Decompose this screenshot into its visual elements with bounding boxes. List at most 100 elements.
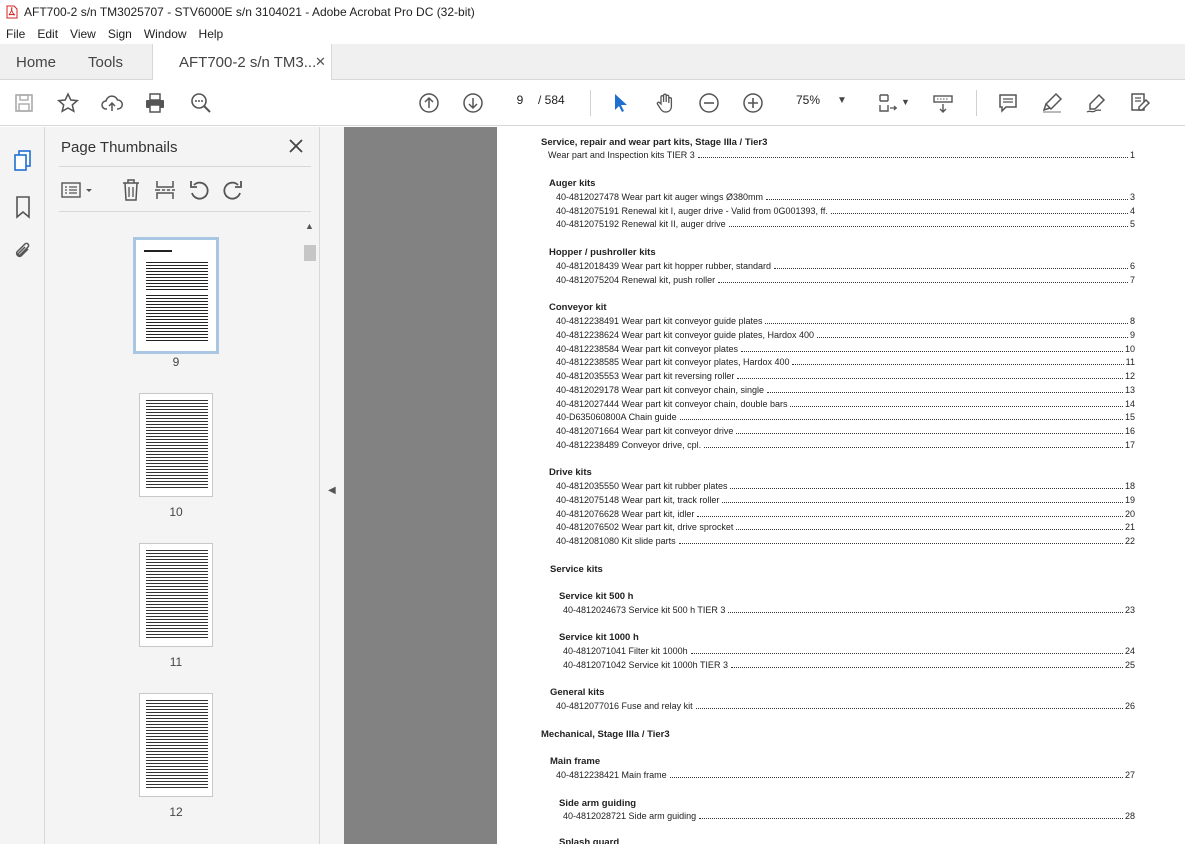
toc-entry[interactable]: Wear part and Inspection kits TIER 3 1	[548, 150, 1135, 160]
toc-entry[interactable]: 40-4812018439 Wear part kit hopper rubbe…	[556, 261, 1135, 271]
comment-icon[interactable]	[996, 91, 1020, 115]
toc-leader-dots	[740, 351, 1123, 352]
toc-leader-dots	[766, 392, 1123, 393]
toc-entry[interactable]: 40-4812035553 Wear part kit reversing ro…	[556, 371, 1135, 381]
thumbnail-text-block	[146, 550, 208, 640]
page-fit-chevron-icon[interactable]: ▼	[901, 97, 910, 107]
toc-leader-dots	[722, 502, 1123, 503]
pdf-page[interactable]: Service, repair and wear part kits, Stag…	[497, 127, 1185, 844]
toc-heading: Splash guard	[559, 837, 620, 844]
save-icon[interactable]	[12, 91, 36, 115]
menu-edit[interactable]: Edit	[31, 27, 64, 41]
toc-entry[interactable]: 40-4812238624 Wear part kit conveyor gui…	[556, 330, 1135, 340]
extract-page-icon[interactable]	[154, 178, 176, 202]
next-page-icon[interactable]	[461, 91, 485, 115]
tab-tools[interactable]: Tools	[88, 44, 123, 80]
toc-heading: Side arm guiding	[559, 798, 637, 809]
page-fit-icon[interactable]	[876, 91, 900, 115]
previous-page-icon[interactable]	[417, 91, 441, 115]
toc-entry-title: 40-4812027478 Wear part kit auger wings …	[556, 192, 766, 202]
toc-entry[interactable]: 40-4812071664 Wear part kit conveyor dri…	[556, 426, 1135, 436]
toc-entry[interactable]: 40-4812024673 Service kit 500 h TIER 3 23	[563, 605, 1135, 615]
toc-leader-dots	[728, 612, 1123, 613]
menu-sign[interactable]: Sign	[102, 27, 138, 41]
options-menu-icon[interactable]	[61, 179, 97, 201]
toc-heading: Service kits	[550, 564, 603, 575]
toc-entry[interactable]: 40-4812238585 Wear part kit conveyor pla…	[556, 357, 1135, 367]
zoom-in-icon[interactable]	[741, 91, 765, 115]
delete-page-icon[interactable]	[120, 178, 142, 202]
page-thumbnail-11[interactable]	[139, 543, 213, 647]
upload-cloud-icon[interactable]	[100, 91, 124, 115]
toc-entry-title: 40-4812075192 Renewal kit II, auger driv…	[556, 219, 729, 229]
toc-entry[interactable]: 40-4812238491 Wear part kit conveyor gui…	[556, 316, 1135, 326]
toc-entry[interactable]: 40-4812238489 Conveyor drive, cpl. 17	[556, 440, 1135, 450]
scroll-up-icon[interactable]: ▲	[305, 221, 314, 231]
toc-entry[interactable]: 40-4812238421 Main frame 27	[556, 770, 1135, 780]
toc-entry[interactable]: 40-4812027478 Wear part kit auger wings …	[556, 192, 1135, 202]
toc-entry-page: 3	[1127, 192, 1135, 202]
select-cursor-icon[interactable]	[608, 91, 632, 115]
toc-entry-title: 40-4812238624 Wear part kit conveyor gui…	[556, 330, 817, 340]
highlight-pen-icon[interactable]	[1040, 91, 1064, 115]
toc-heading: General kits	[550, 687, 605, 698]
toc-entry[interactable]: 40-4812238584 Wear part kit conveyor pla…	[556, 344, 1135, 354]
toc-entry[interactable]: 40-4812027444 Wear part kit conveyor cha…	[556, 399, 1135, 409]
toc-entry-title: 40-4812035550 Wear part kit rubber plate…	[556, 481, 731, 491]
page-thumbnails-icon[interactable]	[12, 149, 34, 173]
collapse-arrow-icon[interactable]: ◀	[328, 485, 336, 496]
thumbnails-scroll-thumb[interactable]	[304, 245, 316, 261]
toc-entry[interactable]: 40-4812075191 Renewal kit I, auger drive…	[556, 206, 1135, 216]
zoom-level[interactable]: 75%	[796, 93, 820, 107]
toc-entry-title: 40-4812027444 Wear part kit conveyor cha…	[556, 399, 791, 409]
print-icon[interactable]	[143, 91, 167, 115]
toc-entry-page: 25	[1122, 660, 1135, 670]
rotate-left-icon[interactable]	[188, 178, 210, 202]
page-thumbnail-12[interactable]	[139, 693, 213, 797]
toc-entry-page: 13	[1122, 385, 1135, 395]
toc-entry[interactable]: 40-4812071042 Service kit 1000h TIER 3 25	[563, 660, 1135, 670]
toc-entry[interactable]: 40-4812075148 Wear part kit, track rolle…	[556, 495, 1135, 505]
toc-entry[interactable]: 40-4812077016 Fuse and relay kit 26	[556, 701, 1135, 711]
bookmark-star-icon[interactable]	[56, 91, 80, 115]
toc-entry-title: 40-4812018439 Wear part kit hopper rubbe…	[556, 261, 774, 271]
toc-entry[interactable]: 40-4812076502 Wear part kit, drive sproc…	[556, 522, 1135, 532]
menu-file[interactable]: File	[0, 27, 31, 41]
toc-entry[interactable]: 40-4812075204 Renewal kit, push roller 7	[556, 275, 1135, 285]
edit-pdf-icon[interactable]	[1128, 91, 1152, 115]
zoom-out-icon[interactable]	[697, 91, 721, 115]
sign-pen-icon[interactable]	[1084, 91, 1108, 115]
hand-tool-icon[interactable]	[653, 91, 677, 115]
rotate-right-icon[interactable]	[222, 178, 244, 202]
toc-entry[interactable]: 40-4812028721 Side arm guiding 28	[563, 811, 1135, 821]
toc-entry[interactable]: 40-4812071041 Filter kit 1000h 24	[563, 646, 1135, 656]
scroll-mode-icon[interactable]	[931, 91, 955, 115]
tab-document[interactable]: AFT700-2 s/n TM3... ✕	[152, 44, 332, 81]
toc-entry[interactable]: 40-4812035550 Wear part kit rubber plate…	[556, 481, 1135, 491]
toc-entry[interactable]: 40-4812029178 Wear part kit conveyor cha…	[556, 385, 1135, 395]
close-tab-icon[interactable]: ✕	[315, 54, 326, 70]
toc-leader-dots	[736, 529, 1123, 530]
toc-entry[interactable]: 40-4812081080 Kit slide parts 22	[556, 536, 1135, 546]
close-panel-icon[interactable]	[288, 138, 304, 154]
toc-entry[interactable]: 40-4812075192 Renewal kit II, auger driv…	[556, 219, 1135, 229]
thumbnails-scrollbar[interactable]	[302, 218, 317, 844]
page-thumbnail-9[interactable]	[133, 237, 219, 354]
collapse-panel-bar[interactable]: ◀	[320, 127, 344, 844]
menu-help[interactable]: Help	[193, 27, 230, 41]
toc-leader-dots	[790, 406, 1123, 407]
menu-view[interactable]: View	[64, 27, 102, 41]
page-number-input[interactable]: 9	[508, 93, 532, 107]
thumbnail-text-block	[146, 700, 208, 790]
page-thumbnail-10[interactable]	[139, 393, 213, 497]
thumbnail-label: 9	[172, 355, 180, 369]
toc-entry[interactable]: 40-4812076628 Wear part kit, idler 20	[556, 509, 1135, 519]
toc-entry-page: 22	[1122, 536, 1135, 546]
search-icon[interactable]	[189, 91, 213, 115]
menu-window[interactable]: Window	[138, 27, 193, 41]
attachments-icon[interactable]	[12, 240, 34, 264]
bookmarks-icon[interactable]	[13, 195, 33, 219]
toc-leader-dots	[697, 516, 1123, 517]
tab-home[interactable]: Home	[16, 44, 56, 80]
toc-entry[interactable]: 40-D635060800A Chain guide 15	[556, 412, 1135, 422]
